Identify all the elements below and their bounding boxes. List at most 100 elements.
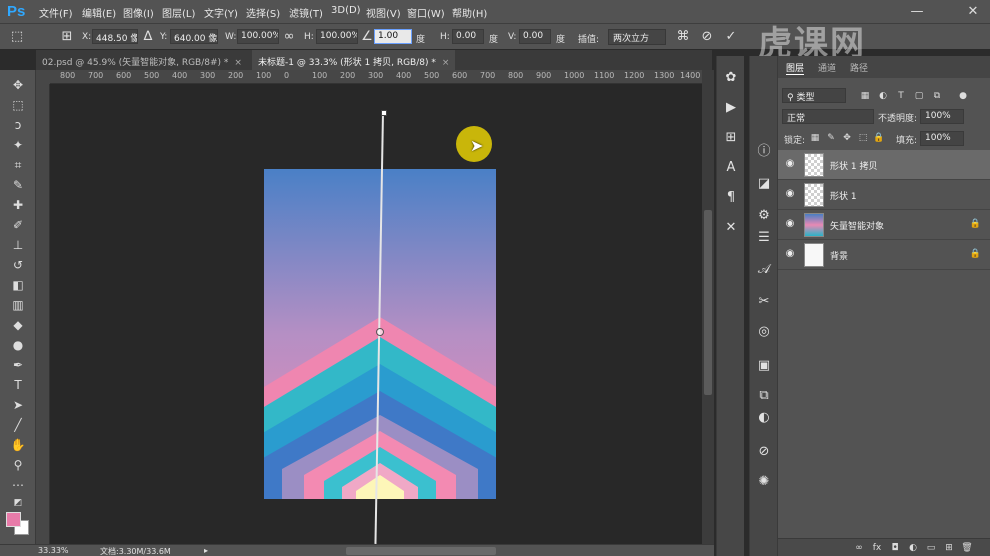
gradient-tool-icon[interactable]: ▥ (6, 296, 30, 314)
eraser-tool-icon[interactable]: ◧ (6, 276, 30, 294)
clone-stamp-tool-icon[interactable]: ⊥ (6, 236, 30, 254)
move-tool-icon[interactable]: ✥ (6, 76, 30, 94)
tab-untitled-1-close-icon[interactable]: × (442, 58, 450, 68)
ruler-corner[interactable] (36, 70, 50, 84)
menu-select[interactable]: 选择(S) (246, 5, 280, 20)
opacity-input[interactable]: 100% (920, 109, 964, 124)
link-icon[interactable]: ∞ (280, 28, 298, 46)
lock-artboard-icon[interactable]: ⬚ (856, 131, 870, 145)
status-menu-arrow-icon[interactable]: ▸ (204, 546, 208, 555)
brush-tool-icon[interactable]: ✐ (6, 216, 30, 234)
cancel-transform-icon[interactable]: ⊘ (698, 28, 716, 46)
hskew-input[interactable]: 0.00 (452, 29, 484, 44)
layer-row[interactable]: ◉ 形状 1 (778, 180, 990, 210)
filter-pixel-icon[interactable]: ▦ (858, 89, 872, 103)
palette-icon[interactable]: ✿ (721, 68, 741, 88)
pen-tool-icon[interactable]: ✒ (6, 356, 30, 374)
path-selection-tool-icon[interactable]: ➤ (6, 396, 30, 414)
contrast-icon[interactable]: ◐ (754, 408, 774, 428)
layer-row[interactable]: ◉ 背景 🔒 (778, 240, 990, 270)
type-tool-icon[interactable]: T (6, 376, 30, 394)
swatches-icon[interactable]: ◪ (754, 174, 774, 194)
transform-handle-top[interactable] (381, 110, 387, 116)
tab-02-psd[interactable]: 02.psd @ 45.9% (矢量智能对象, RGB/8#) * × (36, 50, 248, 70)
menu-edit[interactable]: 编辑(E) (82, 5, 116, 20)
tab-layers[interactable]: 图层 (786, 61, 805, 75)
paragraph-icon[interactable]: ¶ (721, 188, 741, 208)
zoom-tool-icon[interactable]: ⚲ (6, 456, 30, 474)
hand-tool-icon[interactable]: ✋ (6, 436, 30, 454)
menu-image[interactable]: 图像(I) (123, 5, 154, 20)
gear-icon[interactable]: ✺ (754, 472, 774, 492)
filter-type-icon[interactable]: T (894, 89, 908, 103)
crop-tool-icon[interactable]: ⌗ (6, 156, 30, 174)
menu-3d[interactable]: 3D(D) (331, 5, 361, 16)
h-input[interactable]: 100.00% (316, 29, 358, 44)
more-tools-icon[interactable]: ⋯ (6, 476, 30, 494)
visibility-eye-icon[interactable]: ◉ (784, 248, 796, 260)
glyph-icon[interactable]: 𝒜 (754, 260, 774, 280)
menu-filter[interactable]: 滤镜(T) (289, 5, 323, 20)
vertical-ruler[interactable] (36, 84, 50, 544)
horizontal-scrollbar-thumb[interactable] (346, 547, 496, 555)
layer-filter-select[interactable]: ⚲ 类型 (782, 88, 846, 103)
menu-help[interactable]: 帮助(H) (452, 5, 487, 20)
filter-adjustment-icon[interactable]: ◐ (876, 89, 890, 103)
fill-input[interactable]: 100% (920, 131, 964, 146)
link-layers-icon[interactable]: ∞ (852, 541, 866, 555)
w-input[interactable]: 100.00% (237, 29, 279, 44)
menu-window[interactable]: 窗口(W) (407, 5, 445, 20)
lock-paint-icon[interactable]: ✎ (824, 131, 838, 145)
commit-transform-icon[interactable]: ✓ (722, 28, 740, 46)
interpolation-select[interactable]: 两次立方 (608, 29, 666, 45)
close-window-button[interactable]: ✕ (960, 2, 986, 22)
character-icon[interactable]: A (721, 158, 741, 178)
blend-mode-select[interactable]: 正常 (782, 109, 874, 124)
warp-icon[interactable]: ⌘ (674, 28, 692, 46)
adjustments-icon[interactable]: ⚙ (754, 206, 774, 226)
channels-icon[interactable]: ⧉ (754, 386, 774, 406)
x-input[interactable]: 448.50 像素 (92, 29, 138, 44)
filter-toggle-icon[interactable]: ● (956, 89, 970, 103)
add-mask-icon[interactable]: ◘ (888, 541, 902, 555)
visibility-eye-icon[interactable]: ◉ (784, 218, 796, 230)
canvas-area[interactable]: ➤ (50, 84, 702, 544)
sliders-icon[interactable]: ☰ (754, 228, 774, 248)
history-brush-tool-icon[interactable]: ↺ (6, 256, 30, 274)
tab-02-psd-close-icon[interactable]: × (234, 58, 242, 68)
filter-smart-icon[interactable]: ⧉ (930, 89, 944, 103)
dodge-tool-icon[interactable]: ● (6, 336, 30, 354)
tools-crossed-icon[interactable]: ✕ (721, 218, 741, 238)
visibility-eye-icon[interactable]: ◉ (784, 158, 796, 170)
lock-pixels-icon[interactable]: ▦ (808, 131, 822, 145)
new-layer-icon[interactable]: ⊞ (942, 541, 956, 555)
menu-type[interactable]: 文字(Y) (204, 5, 238, 20)
relative-position-icon[interactable]: ∆ (139, 28, 157, 46)
angle-input[interactable]: 1.00 (374, 29, 412, 44)
horizontal-ruler[interactable]: 800 700 600 500 400 300 200 100 0 100 20… (50, 70, 702, 84)
minimize-button[interactable]: — (904, 2, 930, 22)
marquee-tool-icon[interactable]: ⬚ (6, 96, 30, 114)
tab-channels[interactable]: 通道 (818, 61, 836, 74)
lasso-tool-icon[interactable]: ↄ (6, 116, 30, 134)
info-icon[interactable]: ⓘ (754, 142, 774, 162)
layer-style-icon[interactable]: fx (870, 541, 884, 555)
transform-reference-point[interactable] (376, 328, 384, 336)
vertical-scrollbar[interactable] (702, 70, 714, 544)
menu-view[interactable]: 视图(V) (366, 5, 401, 20)
foreground-color-swatch[interactable] (6, 512, 21, 527)
tab-untitled-1[interactable]: 未标题-1 @ 33.3% (形状 1 拷贝, RGB/8) * × (252, 50, 456, 70)
lock-all-icon[interactable]: 🔒 (872, 131, 886, 145)
lock-position-icon[interactable]: ✥ (840, 131, 854, 145)
layer-row[interactable]: ◉ 矢量智能对象 🔒 (778, 210, 990, 240)
layer-row[interactable]: ◉ 形状 1 拷贝 (778, 150, 990, 180)
zoom-level[interactable]: 33.33% (38, 546, 69, 555)
eyedropper-tool-icon[interactable]: ✎ (6, 176, 30, 194)
line-tool-icon[interactable]: ╱ (6, 416, 30, 434)
vskew-input[interactable]: 0.00 (519, 29, 551, 44)
magic-wand-tool-icon[interactable]: ✦ (6, 136, 30, 154)
menu-file[interactable]: 文件(F) (39, 5, 73, 20)
circle-slash-icon[interactable]: ⊘ (754, 442, 774, 462)
healing-brush-tool-icon[interactable]: ✚ (6, 196, 30, 214)
menu-layer[interactable]: 图层(L) (162, 5, 195, 20)
